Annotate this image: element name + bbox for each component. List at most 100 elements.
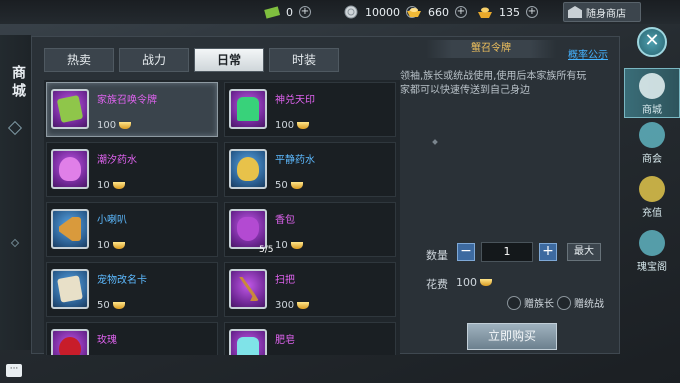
item-price-value: 50 <box>275 180 288 191</box>
guild-icon <box>639 122 665 148</box>
item-price: 10 <box>275 240 303 251</box>
probability-notice-link[interactable]: 概率公示 <box>568 46 608 61</box>
cost-value: 100 <box>456 276 492 289</box>
gold-ingot-icon <box>112 242 125 249</box>
add-bound-gold-button[interactable]: + <box>526 6 538 18</box>
item-description: 领袖,族长或统战使用,使用后本家族所有玩家都可以快速传送到自己身边 <box>400 71 587 96</box>
item-quantity: 5/5 <box>259 245 274 255</box>
gift-leader-label: 赠族长 <box>524 299 554 310</box>
list-item[interactable]: 小喇叭 10 <box>46 202 218 257</box>
potion-bottle-icon <box>229 149 267 189</box>
cash-icon <box>264 6 280 19</box>
gold-ingot-icon <box>297 302 310 309</box>
item-name: 香包 <box>275 215 295 226</box>
tab-label: 日常 <box>216 53 241 67</box>
shop-icon <box>639 73 665 99</box>
silver-value: 10000 <box>365 5 400 19</box>
bound-gold-resource: 135 + <box>477 3 538 21</box>
cash-resource: 0 + <box>264 3 311 21</box>
diamond-ornament-icon <box>7 120 23 136</box>
potion-bottle-icon <box>51 149 89 189</box>
add-cash-button[interactable]: + <box>299 6 311 18</box>
gold-ingot-icon <box>112 302 125 309</box>
chat-icon[interactable]: ··· <box>6 364 22 377</box>
item-list[interactable]: 家族召唤令牌 100 神兑天印 100 潮汐药水 10 平静药水 50 小喇叭 … <box>44 80 400 355</box>
shop-title: 商城 <box>10 65 26 101</box>
close-button[interactable]: ✕ <box>637 27 667 57</box>
gold-ingot-icon <box>119 122 132 129</box>
add-gold-button[interactable]: + <box>455 6 467 18</box>
jade-seal-icon <box>229 89 267 129</box>
max-quantity-button[interactable]: 最大 <box>567 243 601 261</box>
item-name: 玫瑰 <box>97 335 117 346</box>
quantity-input[interactable]: 1 <box>481 242 533 262</box>
game-shop-screen: 0 + 10000 + 660 + 135 + 随身商店 商城 热卖 战力 <box>0 0 680 383</box>
diamond-ornament-icon <box>10 238 20 248</box>
list-item[interactable]: 神兑天印 100 <box>224 82 396 137</box>
list-item[interactable]: 潮汐药水 10 <box>46 142 218 197</box>
top-resource-bar: 0 + 10000 + 660 + 135 + 随身商店 <box>0 0 680 24</box>
cost-amount: 100 <box>456 276 477 289</box>
item-price-value: 10 <box>97 180 110 191</box>
gift-commander-option[interactable]: 赠统战 <box>557 295 604 310</box>
side-nav: 商城 商会 充值 瑰宝阁 <box>624 68 680 280</box>
rename-card-icon <box>51 269 89 309</box>
gift-leader-option[interactable]: 赠族长 <box>507 295 554 310</box>
item-price: 100 <box>275 120 310 131</box>
buy-now-button[interactable]: 立即购买 <box>467 323 557 350</box>
bound-ingot-icon <box>478 7 492 18</box>
horn-icon <box>51 209 89 249</box>
item-price: 10 <box>97 180 125 191</box>
item-name: 扫把 <box>275 275 295 286</box>
portable-shop-button[interactable]: 随身商店 <box>563 2 641 22</box>
nav-treasure-pavilion[interactable]: 瑰宝阁 <box>624 230 680 280</box>
item-name: 平静药水 <box>275 155 315 166</box>
nav-shop[interactable]: 商城 <box>624 68 680 118</box>
treasure-icon <box>639 230 665 256</box>
list-item[interactable]: 平静药水 50 <box>224 142 396 197</box>
tab-hot-sale[interactable]: 热卖 <box>44 48 114 72</box>
nav-label: 瑰宝阁 <box>637 262 667 273</box>
summon-token-icon <box>51 89 89 129</box>
gold-resource: 660 + <box>406 3 467 21</box>
list-item[interactable]: 家族召唤令牌 100 <box>46 82 218 137</box>
list-item[interactable]: 5/5 香包 10 <box>224 202 396 257</box>
tab-daily[interactable]: 日常 <box>194 48 264 72</box>
item-price-value: 50 <box>97 300 110 311</box>
item-name: 小喇叭 <box>97 215 127 226</box>
decrease-quantity-button[interactable]: − <box>457 243 475 261</box>
gold-ingot-icon <box>290 242 303 249</box>
item-price: 10 <box>97 240 125 251</box>
tab-fashion[interactable]: 时装 <box>269 48 339 72</box>
shop-house-icon <box>568 6 582 18</box>
nav-guild-market[interactable]: 商会 <box>624 122 680 172</box>
item-price-value: 10 <box>97 240 110 251</box>
item-price-value: 300 <box>275 300 295 311</box>
gold-ingot-icon <box>297 122 310 129</box>
sachet-icon: 5/5 <box>229 209 273 255</box>
list-item[interactable]: 玫瑰 <box>46 322 218 355</box>
tab-combat-power[interactable]: 战力 <box>119 48 189 72</box>
list-item[interactable]: 宠物改名卡 50 <box>46 262 218 317</box>
gift-commander-label: 赠统战 <box>574 299 604 310</box>
recharge-icon <box>639 176 665 202</box>
gold-ingot-icon <box>407 8 421 17</box>
nav-recharge[interactable]: 充值 <box>624 176 680 226</box>
item-detail-title: 蟹召令牌 <box>426 40 556 58</box>
increase-quantity-button[interactable]: + <box>539 243 557 261</box>
item-name: 潮汐药水 <box>97 155 137 166</box>
gold-ingot-icon <box>290 182 303 189</box>
item-price-value: 10 <box>275 240 288 251</box>
item-price: 300 <box>275 300 310 311</box>
list-item[interactable]: 肥皂 <box>224 322 396 355</box>
item-price-value: 100 <box>97 120 117 131</box>
tab-label: 战力 <box>141 53 166 67</box>
radio-circle-icon <box>507 295 521 310</box>
item-price-value: 100 <box>275 120 295 131</box>
cost-label: 花费 <box>426 278 448 291</box>
cash-value: 0 <box>286 5 293 19</box>
shop-side-title: 商城 <box>0 35 31 350</box>
item-price: 50 <box>97 300 125 311</box>
soap-icon <box>229 329 267 355</box>
list-item[interactable]: 扫把 300 <box>224 262 396 317</box>
